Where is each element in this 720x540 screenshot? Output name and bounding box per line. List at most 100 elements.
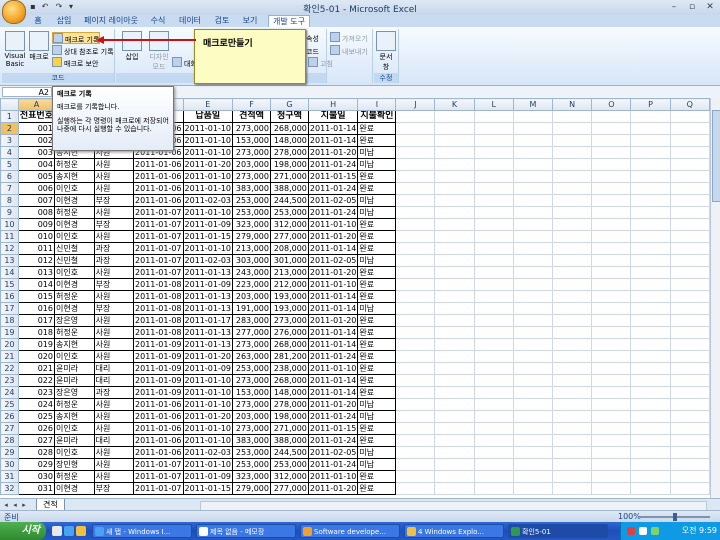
cell[interactable] bbox=[630, 158, 671, 171]
cell[interactable]: 2011-01-10 bbox=[182, 398, 234, 411]
cell[interactable]: 이현경 bbox=[54, 302, 95, 315]
cell[interactable]: 015 bbox=[17, 290, 56, 303]
tab-home[interactable]: 홈 bbox=[30, 15, 46, 27]
cell[interactable] bbox=[473, 290, 514, 303]
cell[interactable] bbox=[552, 110, 593, 123]
cell[interactable]: 198,000 bbox=[269, 158, 309, 171]
cell[interactable] bbox=[591, 398, 632, 411]
cell[interactable] bbox=[512, 482, 554, 495]
cell[interactable] bbox=[395, 458, 436, 471]
row-header[interactable]: 21 bbox=[0, 350, 19, 363]
cell[interactable]: 대리 bbox=[93, 362, 135, 375]
cell[interactable]: 016 bbox=[17, 302, 56, 315]
cell[interactable] bbox=[591, 146, 632, 159]
cell[interactable]: 2011-01-10 bbox=[182, 434, 234, 447]
name-box[interactable]: A2 bbox=[2, 87, 52, 97]
cell[interactable]: 부장 bbox=[93, 482, 135, 495]
cell[interactable]: 203,000 bbox=[232, 158, 271, 171]
cell[interactable] bbox=[630, 278, 671, 291]
cell[interactable] bbox=[395, 470, 436, 483]
cell[interactable]: 허정운 bbox=[54, 326, 95, 339]
cell[interactable] bbox=[630, 470, 671, 483]
cell[interactable]: 021 bbox=[17, 362, 56, 375]
cell[interactable] bbox=[395, 158, 436, 171]
explorer-icon[interactable] bbox=[76, 526, 86, 536]
cell[interactable]: 미납 bbox=[357, 158, 397, 171]
cell[interactable]: 271,000 bbox=[269, 422, 309, 435]
cell[interactable]: 완료 bbox=[357, 242, 397, 255]
cell[interactable]: 010 bbox=[17, 230, 56, 243]
cell[interactable] bbox=[512, 182, 554, 195]
cell[interactable]: 2011-01-14 bbox=[307, 302, 359, 315]
cell[interactable]: 2011-01-13 bbox=[182, 326, 234, 339]
cell[interactable]: 사원 bbox=[93, 182, 135, 195]
cell[interactable]: 완료 bbox=[357, 362, 397, 375]
cell[interactable] bbox=[512, 230, 554, 243]
row-header[interactable]: 15 bbox=[0, 278, 19, 291]
cell[interactable]: 미납 bbox=[357, 302, 397, 315]
cell[interactable] bbox=[630, 386, 671, 399]
cell[interactable] bbox=[434, 242, 475, 255]
cell[interactable] bbox=[395, 410, 436, 423]
cell[interactable] bbox=[512, 470, 554, 483]
cell[interactable] bbox=[669, 482, 710, 495]
cell[interactable] bbox=[591, 242, 632, 255]
cell[interactable]: 2011-01-20 bbox=[307, 398, 359, 411]
column-header-i[interactable]: I bbox=[357, 98, 397, 111]
cell[interactable] bbox=[591, 470, 632, 483]
cell[interactable]: 2011-01-10 bbox=[182, 422, 234, 435]
cell[interactable]: 미납 bbox=[357, 146, 397, 159]
cell[interactable] bbox=[395, 254, 436, 267]
cell[interactable] bbox=[512, 242, 554, 255]
cell[interactable]: 2011-01-10 bbox=[182, 386, 234, 399]
tab-review[interactable]: 검토 bbox=[212, 15, 232, 27]
cell[interactable] bbox=[591, 278, 632, 291]
cell[interactable] bbox=[591, 230, 632, 243]
cell[interactable]: 사원 bbox=[93, 206, 135, 219]
cell[interactable] bbox=[473, 254, 514, 267]
cell[interactable] bbox=[630, 206, 671, 219]
cell[interactable]: 2011-01-09 bbox=[133, 386, 184, 399]
cell[interactable]: 253,000 bbox=[232, 194, 271, 207]
cell[interactable]: 완료 bbox=[357, 170, 397, 183]
cell[interactable] bbox=[512, 410, 554, 423]
cell[interactable]: 244,500 bbox=[269, 446, 309, 459]
taskbar-task[interactable]: 제목 없음 - 메모장 bbox=[196, 524, 296, 538]
cell[interactable]: 2011-01-14 bbox=[307, 386, 359, 399]
cell[interactable]: 2011-01-10 bbox=[307, 470, 359, 483]
cell[interactable]: 323,000 bbox=[232, 470, 271, 483]
cell[interactable] bbox=[512, 278, 554, 291]
cell[interactable]: 지불일 bbox=[307, 110, 359, 123]
cell[interactable] bbox=[512, 326, 554, 339]
cell[interactable]: 2011-01-10 bbox=[182, 134, 234, 147]
column-header-m[interactable]: M bbox=[512, 98, 554, 111]
cell[interactable] bbox=[512, 158, 554, 171]
vertical-scrollbar[interactable] bbox=[710, 98, 720, 498]
cell[interactable]: 263,000 bbox=[232, 350, 271, 363]
cell[interactable]: 2011-01-10 bbox=[182, 170, 234, 183]
cell[interactable] bbox=[512, 302, 554, 315]
cell[interactable]: 2011-01-08 bbox=[133, 314, 184, 327]
cell[interactable]: 153,000 bbox=[232, 134, 271, 147]
cell[interactable]: 383,000 bbox=[232, 182, 271, 195]
cell[interactable] bbox=[473, 434, 514, 447]
first-sheet-icon[interactable]: ◂ bbox=[2, 500, 10, 510]
cell[interactable] bbox=[591, 158, 632, 171]
cell[interactable]: 2011-01-14 bbox=[307, 290, 359, 303]
cell[interactable]: 029 bbox=[17, 458, 56, 471]
cell[interactable] bbox=[512, 206, 554, 219]
cell[interactable] bbox=[473, 446, 514, 459]
cell[interactable] bbox=[512, 218, 554, 231]
row-header[interactable]: 28 bbox=[0, 434, 19, 447]
cell[interactable]: 이현경 bbox=[54, 278, 95, 291]
cell[interactable] bbox=[552, 422, 593, 435]
cell[interactable] bbox=[669, 290, 710, 303]
cell[interactable]: 부장 bbox=[93, 278, 135, 291]
cell[interactable]: 송지현 bbox=[54, 170, 95, 183]
cell[interactable] bbox=[512, 374, 554, 387]
cell[interactable] bbox=[591, 350, 632, 363]
row-header[interactable]: 18 bbox=[0, 314, 19, 327]
cell[interactable]: 253,000 bbox=[232, 362, 271, 375]
cell[interactable] bbox=[473, 230, 514, 243]
cell[interactable] bbox=[395, 350, 436, 363]
